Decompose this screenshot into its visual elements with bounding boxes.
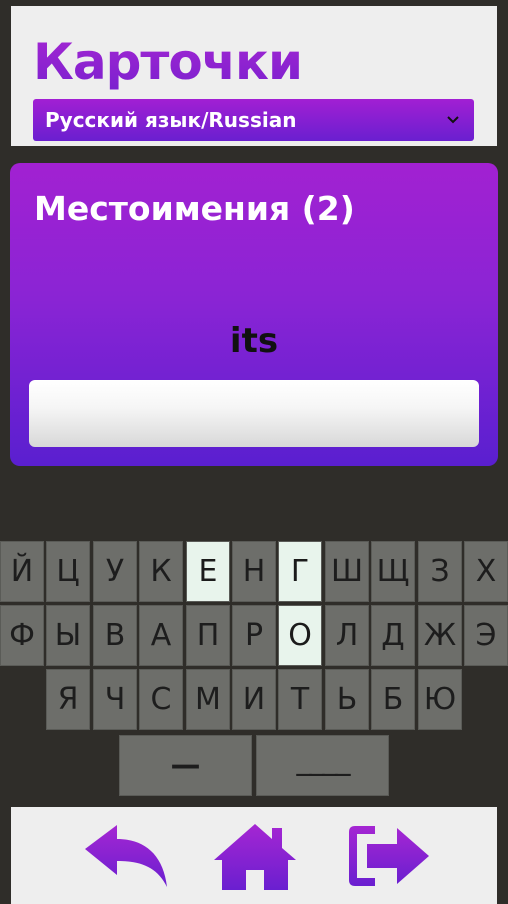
key-Р[interactable]: Р (232, 605, 276, 666)
key-Ц[interactable]: Ц (46, 541, 90, 602)
app-title: Карточки (33, 33, 303, 91)
exit-button[interactable] (341, 815, 437, 897)
key-Ф[interactable]: Ф (0, 605, 44, 666)
key-Ш[interactable]: Ш (325, 541, 369, 602)
dash-label: — (170, 748, 201, 783)
home-button[interactable] (207, 815, 303, 897)
key-Щ[interactable]: Щ (371, 541, 415, 602)
key-В[interactable]: В (93, 605, 137, 666)
key-Д[interactable]: Д (371, 605, 415, 666)
exit-icon (349, 826, 429, 886)
key-Э[interactable]: Э (464, 605, 508, 666)
key-К[interactable]: К (139, 541, 183, 602)
key-А[interactable]: А (139, 605, 183, 666)
key-blank[interactable]: ____ (256, 735, 389, 796)
key-Я[interactable]: Я (46, 669, 90, 730)
answer-field[interactable] (29, 380, 479, 447)
chevron-down-icon (444, 111, 462, 129)
key-Ь[interactable]: Ь (325, 669, 369, 730)
key-С[interactable]: С (139, 669, 183, 730)
key-И[interactable]: И (232, 669, 276, 730)
key-Ж[interactable]: Ж (418, 605, 462, 666)
key-Г[interactable]: Г (278, 541, 322, 602)
key-Ю[interactable]: Ю (418, 669, 462, 730)
key-Л[interactable]: Л (325, 605, 369, 666)
card-title: Местоимения (2) (34, 189, 355, 228)
blank-label: ____ (296, 742, 351, 777)
app-header: Карточки Русский язык/Russian (11, 6, 497, 146)
key-М[interactable]: М (186, 669, 230, 730)
back-button[interactable] (77, 815, 173, 897)
key-Ч[interactable]: Ч (93, 669, 137, 730)
flashcard: Местоимения (2) its (10, 163, 498, 466)
back-arrow-icon (85, 825, 167, 887)
key-Х[interactable]: Х (464, 541, 508, 602)
key-Б[interactable]: Б (371, 669, 415, 730)
key-У[interactable]: У (93, 541, 137, 602)
key-Ы[interactable]: Ы (46, 605, 90, 666)
key-Н[interactable]: Н (232, 541, 276, 602)
key-П[interactable]: П (186, 605, 230, 666)
home-icon (214, 824, 296, 890)
key-dash[interactable]: — (119, 735, 252, 796)
key-Е[interactable]: Е (186, 541, 230, 602)
key-З[interactable]: З (418, 541, 462, 602)
key-Т[interactable]: Т (278, 669, 322, 730)
key-Й[interactable]: Й (0, 541, 44, 602)
key-О[interactable]: О (278, 605, 322, 666)
prompt-word: its (229, 321, 279, 361)
language-select[interactable]: Русский язык/Russian (33, 99, 474, 141)
bottom-nav (11, 807, 497, 904)
language-select-value: Русский язык/Russian (45, 108, 297, 132)
